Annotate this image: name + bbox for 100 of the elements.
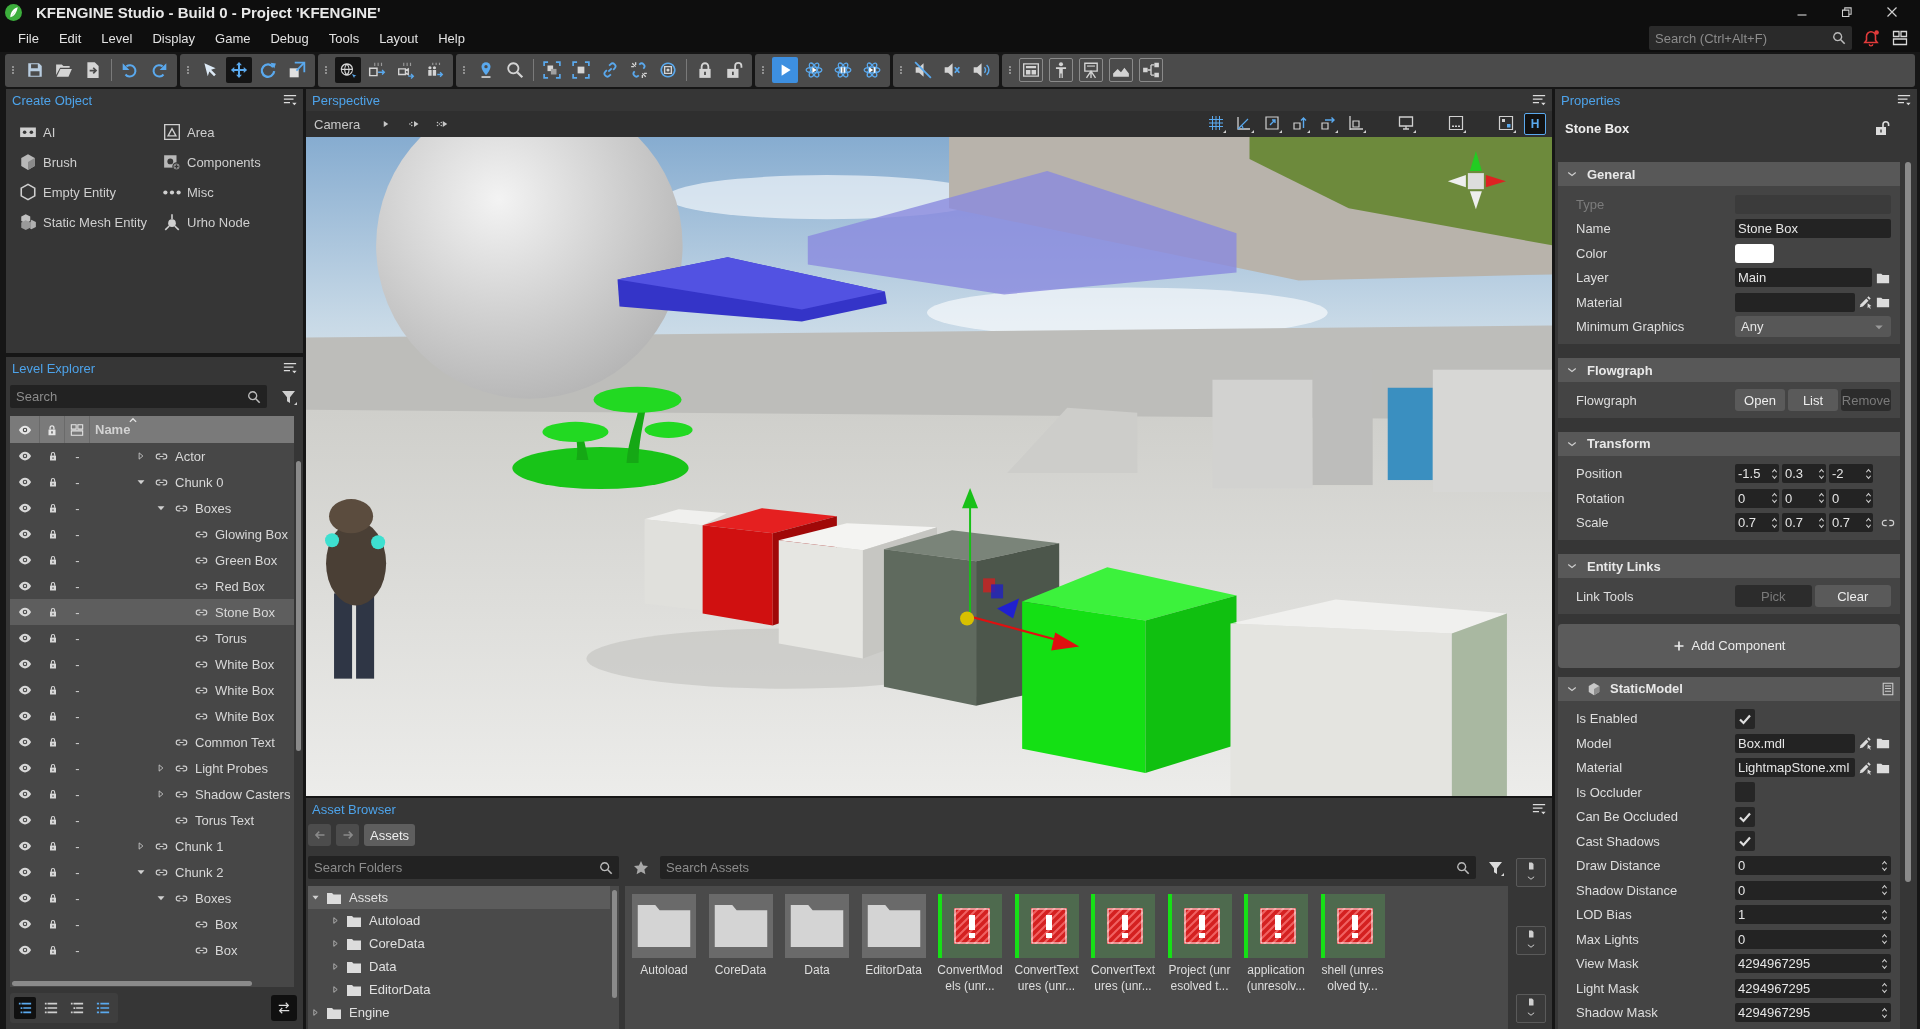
spinner-arrows-icon[interactable] — [1881, 883, 1888, 898]
number-field[interactable]: 4294967295 — [1735, 1003, 1891, 1023]
expanded-arrow-icon[interactable] — [156, 893, 166, 903]
eye-icon[interactable] — [18, 605, 32, 619]
eye-icon[interactable] — [18, 865, 32, 879]
spinner-arrows-icon[interactable] — [1771, 515, 1778, 530]
folder-row[interactable]: Data — [308, 955, 610, 978]
number-field[interactable]: 0 — [1782, 488, 1826, 508]
number-field[interactable]: 0 — [1735, 880, 1891, 900]
create-object-option[interactable]: AI — [19, 123, 56, 141]
globe-button[interactable] — [335, 57, 361, 83]
spinner-arrows-icon[interactable] — [1881, 981, 1888, 996]
spinner-arrows-icon[interactable] — [1881, 907, 1888, 922]
menu-item[interactable]: Display — [142, 30, 206, 46]
scrollbar-thumb[interactable] — [296, 461, 301, 751]
menu-item[interactable]: File — [8, 30, 49, 46]
eye-icon[interactable] — [18, 735, 32, 749]
collapsed-arrow-icon[interactable] — [331, 985, 340, 994]
menu-item[interactable]: Debug — [260, 30, 319, 46]
asset-tile[interactable] — [938, 894, 1002, 958]
close-icon[interactable] — [1886, 6, 1898, 18]
tree-row[interactable]: - Red Box — [10, 573, 294, 599]
eye-icon[interactable] — [18, 475, 32, 489]
eye-icon[interactable] — [18, 943, 32, 957]
tree-row[interactable]: - Common Text — [10, 729, 294, 755]
window-layout-button[interactable] — [1019, 58, 1043, 82]
bell-icon[interactable] — [1862, 29, 1880, 47]
menu-item[interactable]: Tools — [318, 30, 370, 46]
tree-row[interactable]: - White Box — [10, 703, 294, 729]
camera-dropdown[interactable]: Camera — [312, 113, 363, 135]
folder-row[interactable]: CoreData — [308, 932, 610, 955]
spinner-arrows-icon[interactable] — [1881, 1005, 1888, 1020]
play-triangle-button[interactable] — [772, 57, 798, 83]
asset-tile[interactable] — [785, 894, 849, 958]
text-field[interactable]: Box.mdl — [1735, 733, 1855, 753]
picker-icon[interactable] — [1858, 736, 1872, 751]
number-field[interactable]: 1 — [1735, 905, 1891, 925]
eye-icon[interactable] — [18, 917, 32, 931]
spinner-arrows-icon[interactable] — [1865, 466, 1872, 481]
filter-icon[interactable] — [1488, 859, 1504, 876]
collapsed-arrow-icon[interactable] — [311, 1008, 320, 1017]
spinner-arrows-icon[interactable] — [1865, 491, 1872, 506]
create-object-option[interactable]: Urho Node — [163, 213, 250, 231]
asset-tile[interactable] — [632, 894, 696, 958]
create-object-option[interactable]: Area — [163, 123, 215, 141]
tree-row[interactable]: - Shadow Casters — [10, 781, 294, 807]
number-field[interactable]: 4294967295 — [1735, 978, 1891, 998]
spinner-arrows-icon[interactable] — [1818, 491, 1825, 506]
spinner-arrows-icon[interactable] — [1771, 466, 1778, 481]
tree-row[interactable]: - Green Box — [10, 547, 294, 573]
folder-row[interactable]: Autoload — [308, 909, 610, 932]
collapsed-arrow-icon[interactable] — [331, 962, 340, 971]
grid-panel-button[interactable] — [1496, 113, 1518, 135]
number-field[interactable]: 0.7 — [1735, 513, 1779, 533]
tree-row[interactable]: - Actor — [10, 443, 294, 469]
menu-icon[interactable] — [1532, 93, 1546, 107]
menu-icon[interactable] — [1897, 93, 1911, 107]
tree-row[interactable]: - Light Probes — [10, 755, 294, 781]
asset-tile[interactable] — [1244, 894, 1308, 958]
create-object-option[interactable]: Misc — [163, 183, 214, 201]
eye-icon[interactable] — [18, 657, 32, 671]
align-box-button[interactable] — [1346, 113, 1368, 135]
spinner-arrows-icon[interactable] — [1865, 515, 1872, 530]
view-options-button[interactable] — [1516, 858, 1546, 887]
dotted-play-icon[interactable] — [408, 118, 421, 130]
number-field[interactable]: 0.3 — [1782, 464, 1826, 484]
create-object-option[interactable]: Brush — [19, 153, 77, 171]
add-component-button[interactable]: Add Component — [1558, 623, 1900, 668]
menu-icon[interactable] — [1532, 802, 1546, 816]
section-header[interactable]: Entity Links — [1558, 554, 1900, 578]
tree-row[interactable]: - Chunk 0 — [10, 469, 294, 495]
property-button[interactable]: Clear — [1814, 585, 1891, 608]
eye-icon[interactable] — [18, 839, 32, 853]
asset-tile[interactable] — [861, 894, 926, 958]
property-button[interactable]: List — [1788, 389, 1838, 412]
eye-icon[interactable] — [18, 761, 32, 775]
asset-tile[interactable] — [1320, 894, 1385, 958]
tree-row[interactable]: - Glowing Box — [10, 521, 294, 547]
expanded-arrow-icon[interactable] — [156, 503, 166, 513]
checkbox[interactable] — [1735, 831, 1755, 852]
folder-row[interactable]: Assets — [308, 886, 610, 909]
scrollbar-thumb[interactable] — [1905, 162, 1911, 882]
number-field[interactable]: -2 — [1829, 464, 1873, 484]
menu-item[interactable]: Help — [428, 30, 475, 46]
search-icon[interactable] — [599, 860, 613, 875]
number-field[interactable]: 0 — [1829, 488, 1873, 508]
menu-item[interactable]: Layout — [369, 30, 429, 46]
search-field[interactable]: Search Assets — [660, 856, 1476, 879]
eye-icon[interactable] — [18, 527, 32, 541]
tree-row[interactable]: - Torus — [10, 625, 294, 651]
padlock-open-icon[interactable] — [1874, 120, 1890, 136]
number-field[interactable]: -1.5 — [1735, 464, 1779, 484]
search-field[interactable]: Search — [10, 385, 267, 408]
section-header[interactable]: Transform — [1558, 431, 1900, 456]
spinner-arrows-icon[interactable] — [1881, 956, 1888, 971]
resize-square-button[interactable] — [1262, 113, 1284, 135]
folder-icon[interactable] — [1875, 736, 1891, 751]
dotted-fast-forward-icon[interactable] — [436, 118, 449, 130]
section-header[interactable]: General — [1558, 162, 1900, 186]
indented-list-button[interactable] — [14, 997, 36, 1019]
